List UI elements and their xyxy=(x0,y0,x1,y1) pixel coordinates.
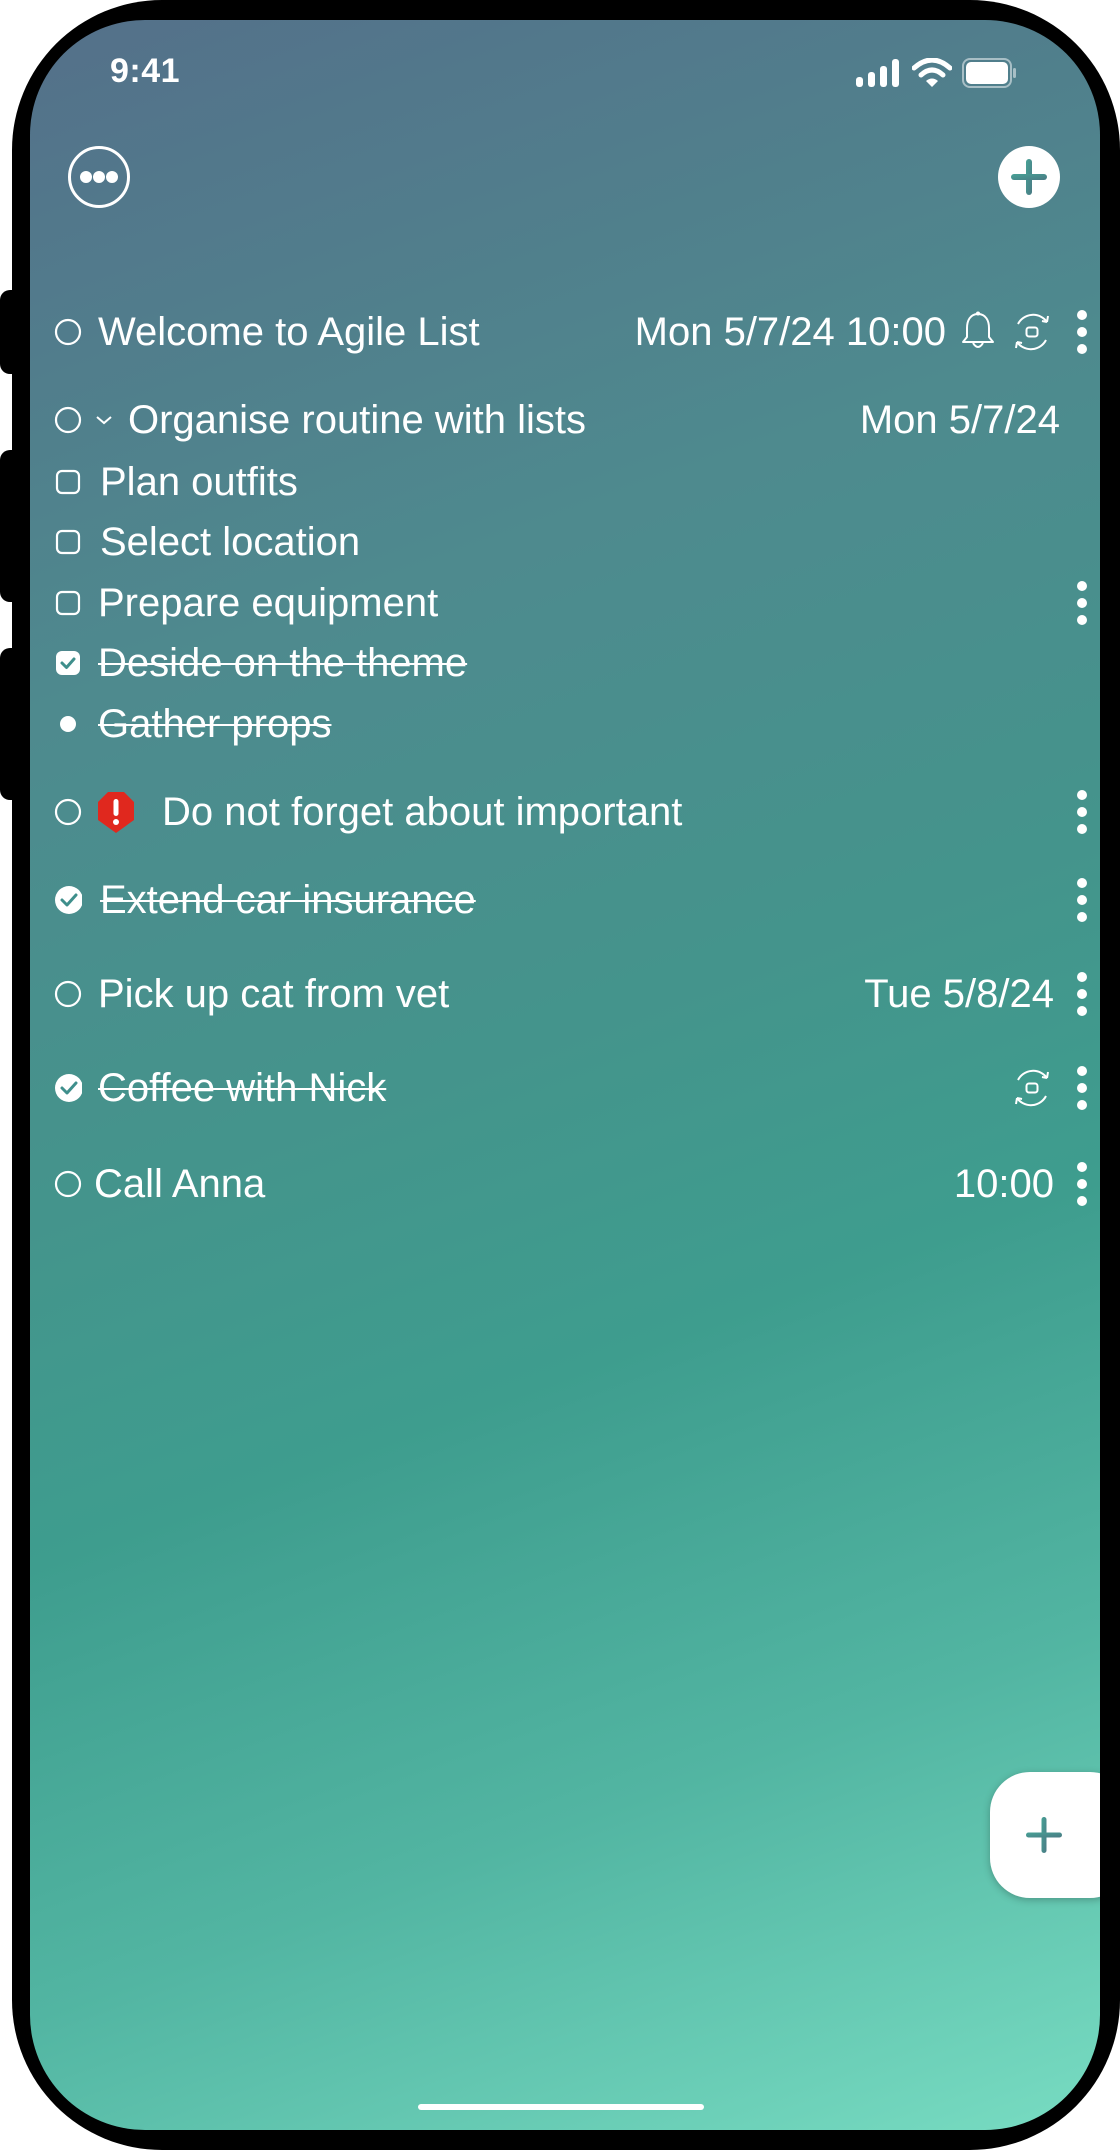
priority-important-icon xyxy=(98,792,134,833)
recurring-icon[interactable] xyxy=(1010,1066,1054,1110)
square-unchecked-icon xyxy=(55,590,81,616)
task-checkbox[interactable] xyxy=(54,1074,82,1102)
task-row[interactable]: Pick up cat from vet Tue 5/8/24 xyxy=(30,966,1100,1022)
subtask-checkbox[interactable] xyxy=(54,710,82,738)
square-checked-icon xyxy=(56,651,80,675)
subtask-title: Deside on the theme xyxy=(98,640,468,685)
status-time: 9:41 xyxy=(110,52,181,90)
task-row[interactable]: Welcome to Agile List Mon 5/7/24 10:00 xyxy=(30,304,1100,360)
subtask-title: Plan outfits xyxy=(100,459,298,504)
task-checkbox[interactable] xyxy=(54,406,82,434)
circle-unchecked-icon xyxy=(54,318,82,346)
task-row[interactable]: Coffee with Nick xyxy=(30,1060,1100,1116)
task-menu-button[interactable] xyxy=(1072,1066,1092,1110)
task-title: Pick up cat from vet xyxy=(98,971,450,1016)
recurring-icon[interactable] xyxy=(1010,310,1054,354)
subtask-title: Gather props xyxy=(98,701,332,746)
task-row[interactable]: Organise routine with lists Mon 5/7/24 xyxy=(30,392,1100,448)
task-title: Extend car insurance xyxy=(100,877,476,922)
task-menu-button[interactable] xyxy=(1072,878,1092,922)
side-button-volume-up xyxy=(0,450,22,602)
subtask-row[interactable]: Gather props xyxy=(30,696,1100,752)
circle-unchecked-icon xyxy=(54,980,82,1008)
task-row[interactable]: Do not forget about important xyxy=(30,784,1100,840)
subtask-title: Select location xyxy=(100,519,361,564)
subtask-checkbox[interactable] xyxy=(54,589,82,617)
subtask-row[interactable]: Plan outfits xyxy=(30,454,1100,510)
chevron-down-icon[interactable] xyxy=(94,413,114,427)
plus-icon xyxy=(1026,1817,1062,1853)
task-menu-button[interactable] xyxy=(1072,972,1092,1016)
task-date: Mon 5/7/24 xyxy=(859,397,1060,442)
subtask-checkbox[interactable] xyxy=(54,528,82,556)
app-screen: 9:41 Welcome to Agile List Mon 5/7/24 10… xyxy=(30,20,1100,2130)
bullet-icon xyxy=(60,716,76,732)
task-checkbox[interactable] xyxy=(54,798,82,826)
square-unchecked-icon xyxy=(55,469,81,495)
bell-icon[interactable] xyxy=(960,310,996,354)
ellipsis-icon xyxy=(80,171,118,183)
add-task-button[interactable] xyxy=(990,1772,1100,1898)
task-date: Mon 5/7/24 10:00 xyxy=(634,309,946,354)
task-title: Call Anna xyxy=(94,1161,266,1206)
subtask-checkbox[interactable] xyxy=(54,468,82,496)
cellular-signal-icon xyxy=(856,59,899,87)
subtask-row[interactable]: Prepare equipment xyxy=(30,575,1100,631)
circle-unchecked-icon xyxy=(54,1170,82,1198)
wifi-icon xyxy=(912,58,952,87)
circle-checked-icon xyxy=(55,1074,82,1102)
circle-unchecked-icon xyxy=(54,406,82,434)
task-title: Welcome to Agile List xyxy=(98,309,480,354)
status-bar: 9:41 xyxy=(30,20,1100,130)
task-date: Tue 5/8/24 xyxy=(864,971,1054,1016)
more-options-button[interactable] xyxy=(68,146,130,208)
task-checkbox[interactable] xyxy=(54,980,82,1008)
square-unchecked-icon xyxy=(55,529,81,555)
task-title: Organise routine with lists xyxy=(128,397,586,442)
subtask-checkbox[interactable] xyxy=(54,649,82,677)
home-indicator[interactable] xyxy=(418,2104,704,2110)
circle-unchecked-icon xyxy=(54,798,82,826)
side-button-silent xyxy=(0,290,22,374)
task-menu-button[interactable] xyxy=(1072,581,1092,625)
plus-icon xyxy=(1011,159,1047,195)
battery-icon xyxy=(962,58,1016,88)
subtask-row[interactable]: Select location xyxy=(30,514,1100,570)
add-list-button[interactable] xyxy=(998,146,1060,208)
circle-checked-icon xyxy=(55,886,82,914)
task-row[interactable]: Call Anna 10:00 xyxy=(30,1156,1100,1212)
task-checkbox[interactable] xyxy=(54,1170,82,1198)
task-row[interactable]: Extend car insurance xyxy=(30,872,1100,928)
task-title: Do not forget about important xyxy=(162,789,683,834)
task-title: Coffee with Nick xyxy=(98,1065,387,1110)
task-menu-button[interactable] xyxy=(1072,310,1092,354)
subtask-title: Prepare equipment xyxy=(98,580,439,625)
task-checkbox[interactable] xyxy=(54,318,82,346)
task-menu-button[interactable] xyxy=(1072,790,1092,834)
subtask-row[interactable]: Deside on the theme xyxy=(30,635,1100,691)
side-button-volume-down xyxy=(0,648,22,800)
task-date: 10:00 xyxy=(953,1161,1054,1206)
task-checkbox[interactable] xyxy=(54,886,82,914)
task-menu-button[interactable] xyxy=(1072,1162,1092,1206)
